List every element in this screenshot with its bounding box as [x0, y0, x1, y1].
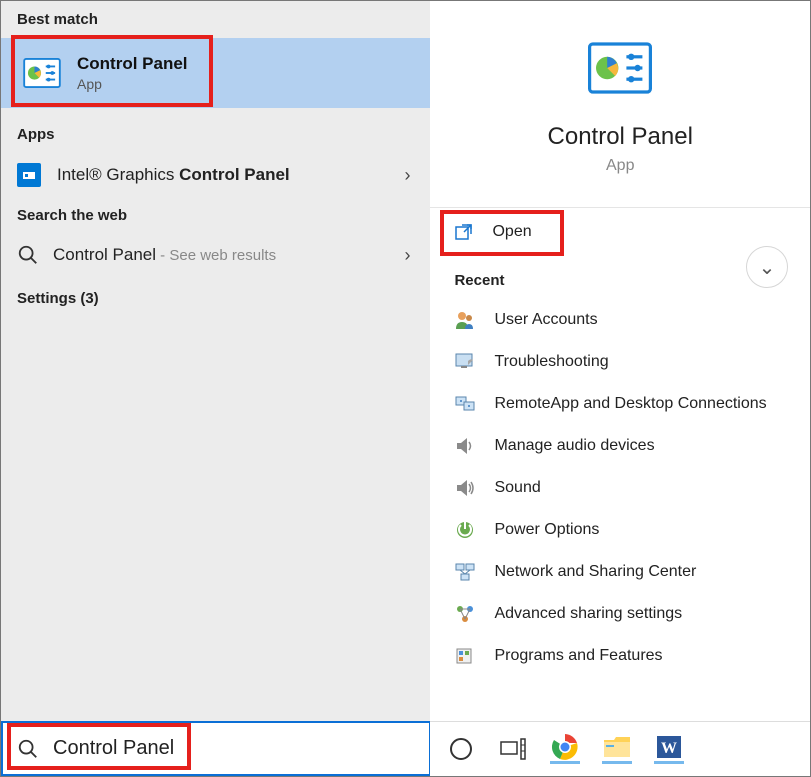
recent-list: User Accounts Troubleshooting RemoteApp … [454, 301, 786, 675]
audio-icon [454, 435, 476, 457]
word-taskbar-icon[interactable]: W [654, 734, 684, 764]
search-results-pane: Best match Control Panel App Apps [1, 1, 430, 776]
recent-item-label: Advanced sharing settings [494, 605, 682, 623]
web-result-label: Control Panel - See web results [53, 245, 276, 265]
taskbar: W [430, 721, 810, 776]
recent-item-advanced-sharing[interactable]: Advanced sharing settings [454, 595, 786, 633]
settings-header[interactable]: Settings (3) [1, 276, 430, 321]
expand-button[interactable]: ⌄ [746, 246, 788, 288]
sharing-icon [454, 603, 476, 625]
user-accounts-icon [454, 309, 476, 331]
app-result-intel-graphics[interactable]: Intel® Graphics Control Panel › [1, 153, 430, 197]
preview-subtitle: App [606, 157, 634, 175]
chrome-taskbar-icon[interactable] [550, 734, 580, 764]
recent-item-manage-audio[interactable]: Manage audio devices [454, 427, 786, 465]
recent-item-label: User Accounts [494, 311, 597, 329]
intel-graphics-icon [17, 163, 41, 187]
open-icon [454, 222, 474, 242]
recent-item-network-sharing[interactable]: Network and Sharing Center [454, 553, 786, 591]
sound-icon [454, 477, 476, 499]
recent-item-sound[interactable]: Sound [454, 469, 786, 507]
task-view-icon[interactable] [498, 734, 528, 764]
recent-item-label: Network and Sharing Center [494, 563, 696, 581]
recent-item-programs-features[interactable]: Programs and Features [454, 637, 786, 675]
search-icon [17, 244, 39, 266]
recent-item-label: Power Options [494, 521, 599, 539]
best-match-subtitle: App [77, 76, 188, 92]
chevron-right-icon: › [404, 165, 410, 186]
search-input-bar[interactable] [1, 721, 431, 776]
remoteapp-icon [454, 393, 476, 415]
recent-item-troubleshooting[interactable]: Troubleshooting [454, 343, 786, 381]
open-action[interactable]: Open [430, 208, 810, 256]
cortana-icon[interactable] [446, 734, 476, 764]
best-match-result[interactable]: Control Panel App [1, 38, 430, 108]
web-result-control-panel[interactable]: Control Panel - See web results › [1, 234, 430, 276]
search-icon [17, 738, 39, 760]
chevron-right-icon: › [404, 245, 410, 266]
recent-header: Recent [454, 272, 786, 289]
svg-text:W: W [661, 740, 677, 757]
recent-item-remoteapp[interactable]: RemoteApp and Desktop Connections [454, 385, 786, 423]
recent-item-label: Troubleshooting [494, 353, 608, 371]
recent-item-label: Manage audio devices [494, 437, 654, 455]
app-result-label: Intel® Graphics Control Panel [57, 165, 290, 185]
recent-item-user-accounts[interactable]: User Accounts [454, 301, 786, 339]
recent-item-label: RemoteApp and Desktop Connections [494, 395, 766, 413]
search-input[interactable] [53, 737, 353, 760]
control-panel-icon [588, 41, 652, 95]
recent-item-power-options[interactable]: Power Options [454, 511, 786, 549]
control-panel-icon [23, 58, 61, 88]
power-icon [454, 519, 476, 541]
apps-header: Apps [1, 116, 430, 153]
recent-item-label: Sound [494, 479, 540, 497]
chevron-down-icon: ⌄ [759, 255, 776, 280]
open-label: Open [492, 223, 531, 241]
recent-item-label: Programs and Features [494, 647, 662, 665]
file-explorer-taskbar-icon[interactable] [602, 734, 632, 764]
best-match-header: Best match [1, 1, 430, 38]
preview-title: Control Panel [548, 123, 693, 151]
search-web-header: Search the web [1, 197, 430, 234]
best-match-title: Control Panel [77, 54, 188, 74]
troubleshooting-icon [454, 351, 476, 373]
network-icon [454, 561, 476, 583]
programs-icon [454, 645, 476, 667]
preview-pane: Control Panel App Open ⌄ Recent User Acc… [430, 1, 810, 776]
